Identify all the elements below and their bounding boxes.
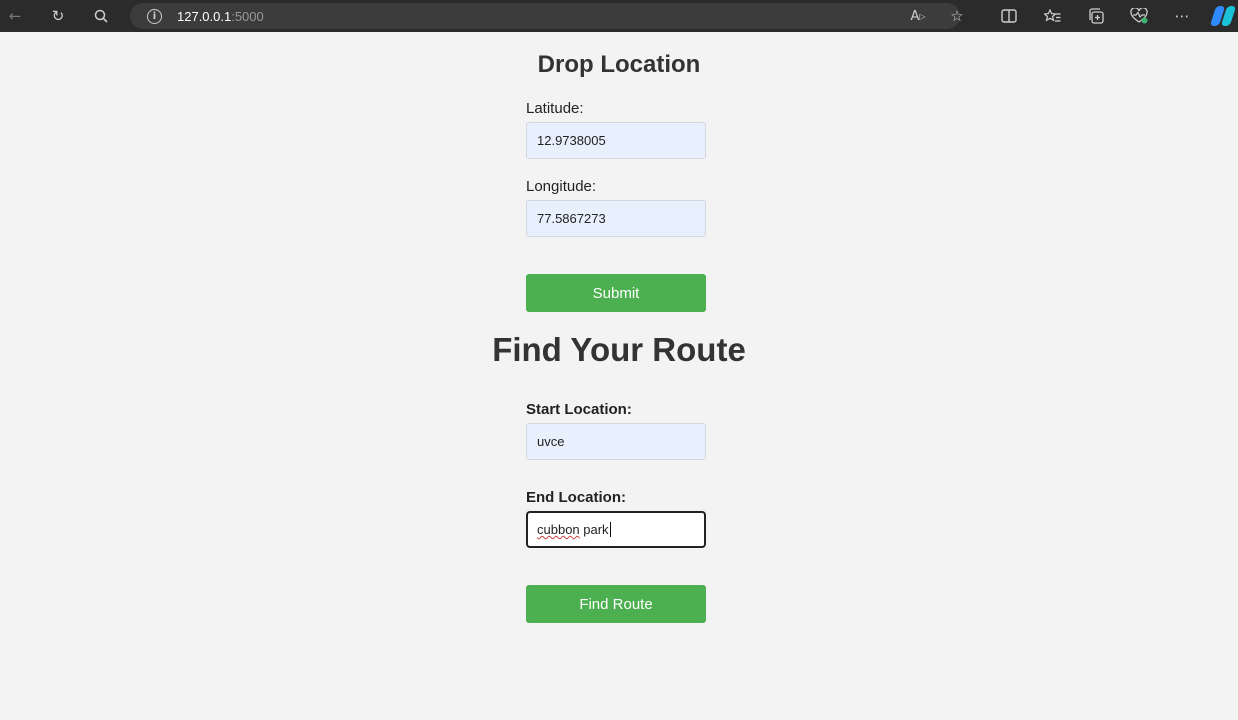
end-location-label: End Location: — [526, 489, 626, 506]
latitude-input[interactable] — [526, 122, 706, 159]
longitude-input[interactable] — [526, 200, 706, 237]
copilot-icon[interactable] — [1209, 5, 1237, 27]
end-location-misspelled-word: cubbon — [537, 522, 580, 537]
end-location-input[interactable]: cubbon park — [526, 511, 706, 548]
find-route-title: Find Your Route — [492, 331, 746, 368]
back-arrow-icon[interactable]: ← — [3, 4, 27, 28]
site-info-icon[interactable]: i — [147, 8, 162, 24]
refresh-icon[interactable]: ↻ — [46, 4, 70, 28]
read-aloud-icon[interactable]: A ▷ — [906, 4, 930, 28]
url-host: 127.0.0.1 — [177, 8, 232, 24]
start-location-label: Start Location: — [526, 401, 632, 418]
longitude-label: Longitude: — [526, 178, 597, 195]
browser-toolbar: ← ↻ i 127.0.0.1:5000 A ▷ ☆ ⋯ — [0, 0, 1238, 32]
end-location-text-rest: park — [579, 522, 609, 537]
search-icon[interactable] — [89, 4, 113, 28]
browser-essentials-icon[interactable] — [1127, 4, 1151, 28]
find-route-button[interactable]: Find Route — [526, 585, 706, 623]
collections-icon[interactable] — [1084, 4, 1108, 28]
favorite-star-icon[interactable]: ☆ — [945, 4, 969, 28]
start-location-input[interactable] — [526, 423, 706, 460]
more-options-icon[interactable]: ⋯ — [1170, 4, 1194, 28]
url-port: :5000 — [231, 8, 264, 24]
split-screen-icon[interactable] — [997, 4, 1021, 28]
favorites-list-icon[interactable] — [1040, 4, 1064, 28]
address-bar[interactable]: i 127.0.0.1:5000 — [130, 3, 960, 29]
latitude-label: Latitude: — [526, 100, 584, 117]
text-caret — [609, 522, 611, 537]
submit-button[interactable]: Submit — [526, 274, 706, 312]
drop-location-title: Drop Location — [537, 51, 701, 78]
